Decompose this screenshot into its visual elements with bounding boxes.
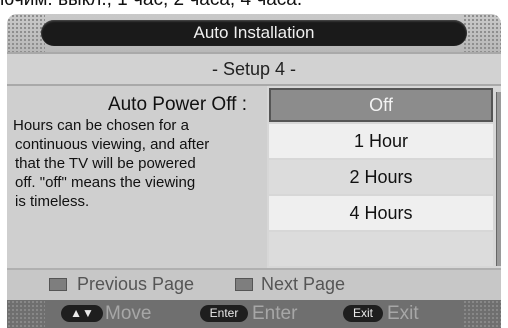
option-2-hours[interactable]: 2 Hours: [269, 160, 493, 194]
exit-hint: Exit: [387, 303, 419, 324]
enter-key-icon: Enter: [200, 305, 248, 322]
description-line: is timeless.: [15, 193, 90, 210]
description-line: continuous viewing, and after: [15, 136, 210, 153]
previous-page-button[interactable]: Previous Page: [77, 274, 194, 295]
setting-description: Hours can be chosen for a continuous vie…: [13, 116, 263, 211]
option-1-hour[interactable]: 1 Hour: [269, 124, 493, 158]
help-bar: ▲▼ Move Enter Enter Exit Exit: [7, 300, 501, 328]
description-line: that the TV will be powered: [15, 155, 196, 172]
page-nav-row: Previous Page Next Page: [7, 268, 501, 300]
setup-step-label: - Setup 4 -: [7, 54, 501, 86]
option-4-hours[interactable]: 4 Hours: [269, 196, 493, 230]
scrollbar[interactable]: [496, 92, 501, 266]
option-off[interactable]: Off: [269, 88, 493, 122]
exit-key-icon: Exit: [343, 305, 383, 322]
red-key-icon: [49, 278, 67, 291]
enter-hint: Enter: [252, 303, 298, 324]
description-panel: Auto Power Off : Hours can be chosen for…: [7, 86, 267, 268]
move-arrows-icon: ▲▼: [61, 305, 103, 322]
window-title: Auto Installation: [41, 20, 467, 46]
texture-pattern: [463, 14, 501, 52]
description-line: Hours can be chosen for a: [13, 117, 189, 134]
cropped-caption-text: ючим: выкл., 1 час, 2 часа, 4 часа.: [0, 0, 508, 10]
texture-pattern: [7, 300, 45, 328]
osd-panel: Auto Installation - Setup 4 - Auto Power…: [7, 14, 501, 328]
next-page-button[interactable]: Next Page: [261, 274, 345, 295]
option-list: Off 1 Hour 2 Hours 4 Hours: [269, 86, 495, 268]
green-key-icon: [235, 278, 253, 291]
move-hint: Move: [105, 303, 152, 324]
texture-pattern: [7, 14, 45, 52]
setting-title: Auto Power Off :: [107, 94, 247, 115]
texture-pattern: [463, 300, 501, 328]
title-bar: Auto Installation: [7, 14, 501, 52]
option-empty: [269, 232, 493, 266]
description-line: off. "off" means the viewing: [15, 174, 196, 191]
